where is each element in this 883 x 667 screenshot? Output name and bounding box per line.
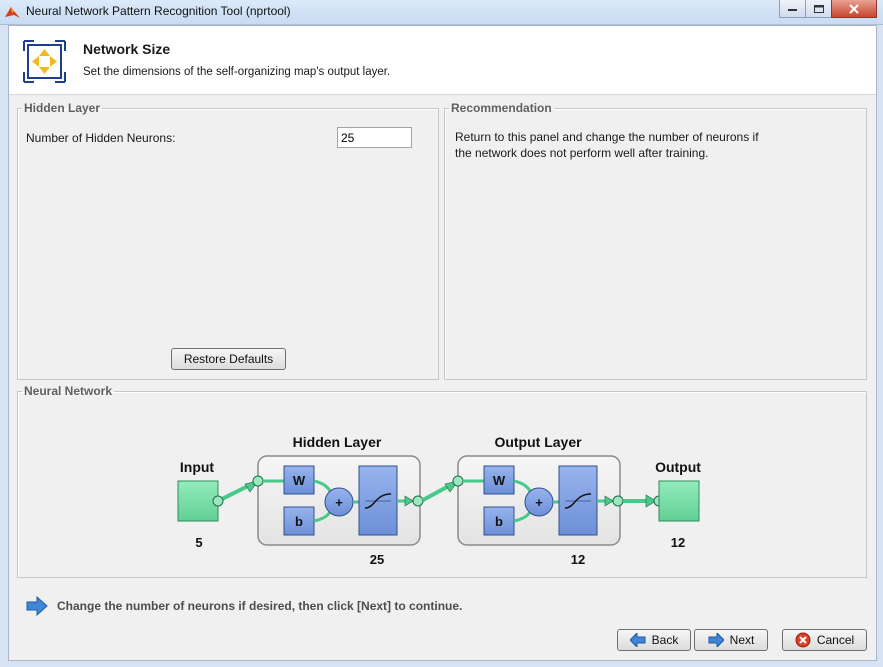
hidden-bias-label: b [295, 514, 303, 529]
next-label: Next [729, 633, 755, 647]
minimize-icon[interactable] [779, 0, 806, 18]
output-layer-in-port [452, 475, 464, 487]
main-window: Network Size Set the dimensions of the s… [8, 25, 877, 661]
footer-hint: Change the number of neurons if desired,… [57, 599, 463, 613]
arrow-right-icon [26, 596, 48, 616]
window-title: Neural Network Pattern Recognition Tool … [26, 4, 291, 18]
output-label: Output [655, 459, 701, 475]
cancel-label: Cancel [816, 633, 855, 647]
output-bias-label: b [495, 514, 503, 529]
output-layer-size: 12 [571, 552, 585, 567]
output-sum-label: + [535, 495, 543, 510]
output-transfer-block [558, 465, 598, 536]
hidden-layer-title: Hidden Layer [293, 434, 382, 450]
arrow-right-icon [708, 633, 724, 647]
output-layer-out-port [612, 495, 624, 507]
arrow-left-icon [629, 633, 646, 647]
output-layer-title: Output Layer [494, 434, 582, 450]
output-size: 12 [671, 535, 685, 550]
hidden-weight-label: W [293, 473, 306, 488]
back-label: Back [651, 633, 679, 647]
next-button[interactable]: Next [694, 629, 768, 651]
hidden-layer-size: 25 [370, 552, 384, 567]
cancel-button[interactable]: Cancel [782, 629, 867, 651]
hidden-transfer-block [358, 465, 398, 536]
hidden-out-port [412, 495, 424, 507]
maximize-icon[interactable] [805, 0, 832, 18]
hidden-sum-label: + [335, 495, 343, 510]
input-size: 5 [195, 535, 202, 550]
output-node [658, 480, 700, 522]
cancel-icon [795, 632, 811, 648]
network-diagram: Input 5 Hidden Layer W b + 25 Output Lay… [177, 434, 701, 567]
input-node [177, 480, 219, 522]
matlab-logo-icon [5, 7, 20, 18]
close-icon[interactable] [831, 0, 877, 18]
hidden-in-port [252, 475, 264, 487]
title-bar: Neural Network Pattern Recognition Tool … [0, 0, 883, 25]
back-button[interactable]: Back [617, 629, 691, 651]
input-port [212, 495, 224, 507]
input-label: Input [180, 459, 215, 475]
output-weight-label: W [493, 473, 506, 488]
